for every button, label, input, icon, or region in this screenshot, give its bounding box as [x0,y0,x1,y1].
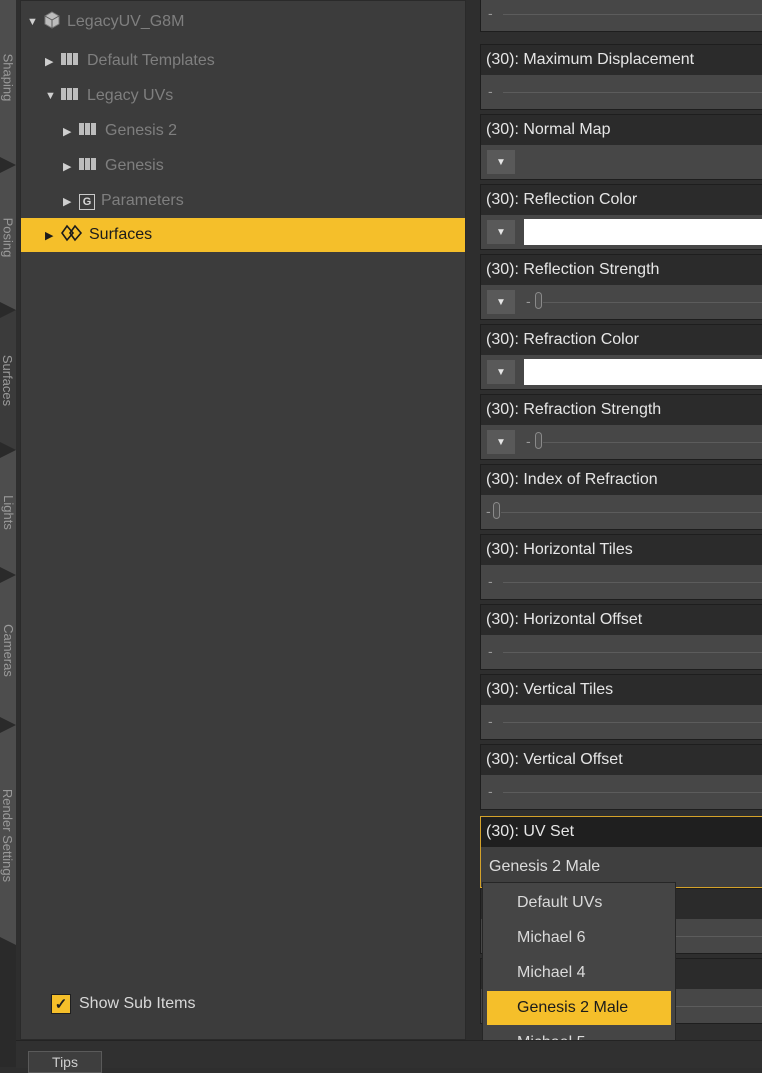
property-top-partial: - [480,0,762,32]
book-icon [61,86,81,107]
property-label: (30): Reflection Color [481,185,762,215]
tree-item-label: Parameters [101,192,184,209]
tree-item-legacy-uvs[interactable]: ▼ Legacy UVs [21,79,465,113]
expand-right-icon[interactable]: ▶ [63,160,75,173]
tab-tips[interactable]: Tips [28,1051,102,1073]
property-label: (30): Normal Map [481,115,762,145]
property-normal-map[interactable]: (30): Normal Map ▼ [480,114,762,180]
tree-item-label: Genesis 2 [105,122,178,139]
value-slider[interactable]: - [481,705,762,739]
property-refraction-strength[interactable]: (30): Refraction Strength ▼ - [480,394,762,460]
book-icon [61,51,81,72]
color-swatch[interactable] [524,359,762,385]
property-uv-set[interactable]: (30): UV Set Genesis 2 Male [480,816,762,888]
tree-item-label: LegacyUV_G8M [67,13,185,30]
property-vertical-offset[interactable]: (30): Vertical Offset - [480,744,762,810]
surfaces-diamond-icon [61,224,83,247]
slider-knob[interactable] [535,292,542,309]
property-reflection-strength[interactable]: (30): Reflection Strength ▼ - [480,254,762,320]
tree-item-genesis-2[interactable]: ▶ Genesis 2 [21,114,465,148]
tab-posing[interactable]: Posing [0,165,16,310]
property-label: (30): Reflection Strength [481,255,762,285]
expand-right-icon[interactable]: ▶ [45,229,57,242]
uv-set-select[interactable]: Genesis 2 Male [481,847,762,887]
g-group-icon: G [79,192,95,210]
map-menu-button[interactable]: ▼ [487,150,515,174]
tree-item-surfaces[interactable]: ▶ Surfaces [21,218,465,252]
tree-item-label: Legacy UVs [87,87,174,104]
tree-item-genesis[interactable]: ▶ Genesis [21,149,465,183]
map-menu-button[interactable]: ▼ [487,220,515,244]
side-tab-strip: Shaping Posing Surfaces Lights Cameras R… [0,0,16,1067]
expand-right-icon[interactable]: ▶ [45,55,57,68]
property-horizontal-tiles[interactable]: (30): Horizontal Tiles - [480,534,762,600]
tree-item-parameters[interactable]: ▶ G Parameters [21,184,465,218]
tree-item-label: Default Templates [87,52,215,69]
uv-option-michael-6[interactable]: Michael 6 [487,921,671,955]
figure-cube-icon [43,10,61,34]
property-maximum-displacement[interactable]: (30): Maximum Displacement - [480,44,762,110]
expand-right-icon[interactable]: ▶ [63,125,75,138]
map-menu-button[interactable]: ▼ [487,430,515,454]
property-label: (30): Maximum Displacement [481,45,762,75]
book-icon [79,121,99,142]
map-menu-button[interactable]: ▼ [487,360,515,384]
property-label: (30): Index of Refraction [481,465,762,495]
property-index-of-refraction[interactable]: (30): Index of Refraction - [480,464,762,530]
property-label: (30): Vertical Offset [481,745,762,775]
tab-lights[interactable]: Lights [0,450,16,575]
property-refraction-color[interactable]: (30): Refraction Color ▼ [480,324,762,390]
uv-option-default-uvs[interactable]: Default UVs [487,886,671,920]
property-vertical-tiles[interactable]: (30): Vertical Tiles - [480,674,762,740]
tab-surfaces[interactable]: Surfaces [0,310,16,450]
uv-option-genesis-2-male[interactable]: Genesis 2 Male [487,991,671,1025]
tree-item-label: Genesis [105,157,164,174]
tab-render-settings[interactable]: Render Settings [0,725,16,945]
property-horizontal-offset[interactable]: (30): Horizontal Offset - [480,604,762,670]
property-reflection-color[interactable]: (30): Reflection Color ▼ [480,184,762,250]
property-label: (30): UV Set [481,817,762,847]
map-menu-button[interactable]: ▼ [487,290,515,314]
checkbox-checked-icon[interactable]: ✓ [51,994,71,1014]
value-slider[interactable]: - [481,635,762,669]
tree-item-default-templates[interactable]: ▶ Default Templates [21,44,465,78]
tree-item-root[interactable]: ▼ LegacyUV_G8M [21,5,465,39]
expand-down-icon[interactable]: ▼ [45,90,57,102]
property-label: (30): Horizontal Tiles [481,535,762,565]
property-label: (30): Refraction Color [481,325,762,355]
show-sub-items-label: Show Sub Items [79,995,196,1012]
value-slider[interactable]: - [481,565,762,599]
tab-shaping[interactable]: Shaping [0,0,16,165]
bottom-tab-bar: Tips [16,1040,762,1073]
expand-right-icon[interactable]: ▶ [63,195,75,208]
property-label: (30): Horizontal Offset [481,605,762,635]
tab-cameras[interactable]: Cameras [0,575,16,725]
book-icon [79,156,99,177]
slider-knob[interactable] [493,502,500,519]
value-slider[interactable]: - [481,775,762,809]
surface-tree-panel: ▼ LegacyUV_G8M ▶ Default Templates ▼ Leg… [20,0,466,1040]
slider-knob[interactable] [535,432,542,449]
property-label: (30): Vertical Tiles [481,675,762,705]
tree-item-label: Surfaces [89,226,153,243]
color-swatch[interactable] [524,219,762,245]
expand-down-icon[interactable]: ▼ [27,16,39,28]
show-sub-items-toggle[interactable]: ✓ Show Sub Items [51,994,196,1014]
uv-option-michael-4[interactable]: Michael 4 [487,956,671,990]
value-slider[interactable]: - [481,75,762,109]
property-label: (30): Refraction Strength [481,395,762,425]
